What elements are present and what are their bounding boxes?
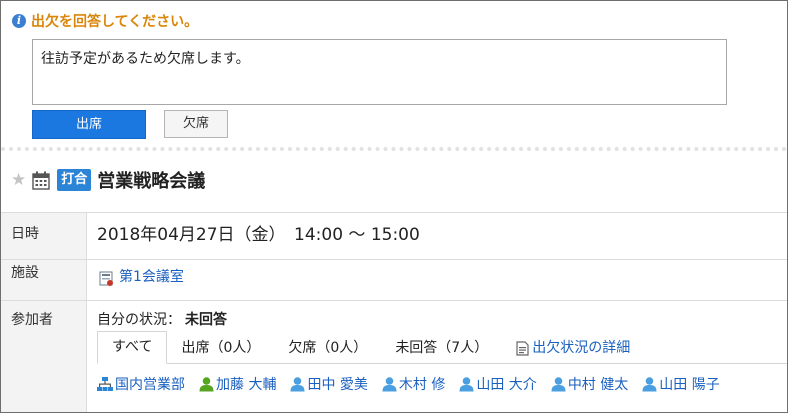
event-details-table: 日時 2018年04月27日（金） 14:00 ～ 15:00 施設 第1会議室… bbox=[1, 212, 787, 412]
attendee-user-name[interactable]: 中村 健太 bbox=[568, 374, 628, 394]
menu-badge: 打合 bbox=[57, 169, 92, 191]
tab-all[interactable]: すべて bbox=[97, 331, 168, 364]
facility-cell: 第1会議室 bbox=[87, 260, 787, 300]
calendar-icon bbox=[32, 171, 50, 190]
tab-unanswered[interactable]: 未回答（7人） bbox=[381, 333, 502, 363]
attendees-label: 参加者 bbox=[1, 301, 87, 412]
organization-icon bbox=[97, 377, 113, 391]
attendee-user-name[interactable]: 山田 陽子 bbox=[659, 374, 719, 394]
date-value: 2018年04月27日（金） 14:00 ～ 15:00 bbox=[97, 225, 420, 245]
attendee-user-name[interactable]: 木村 修 bbox=[399, 374, 445, 394]
attendees-cell: 自分の状況： 未回答 すべて 出席（0人） 欠席（0人） 未回答（7人） 出欠状… bbox=[87, 301, 787, 412]
attendee-group-name[interactable]: 国内営業部 bbox=[115, 374, 185, 394]
date-label: 日時 bbox=[1, 213, 87, 259]
own-status-label: 自分の状況： bbox=[97, 312, 181, 328]
tab-absent[interactable]: 欠席（0人） bbox=[274, 333, 381, 363]
attendee-user[interactable]: 中村 健太 bbox=[551, 374, 628, 394]
section-divider bbox=[1, 147, 787, 151]
event-title-row: ★ 打合 営業戦略会議 bbox=[11, 167, 205, 193]
user-icon-self bbox=[199, 377, 214, 392]
user-icon bbox=[551, 377, 566, 392]
response-prompt: i 出欠を回答してください。 bbox=[12, 11, 198, 31]
user-icon bbox=[642, 377, 657, 392]
document-icon bbox=[516, 340, 529, 356]
facility-link[interactable]: 第1会議室 bbox=[119, 266, 184, 286]
attend-button[interactable]: 出席 bbox=[32, 110, 146, 139]
attendance-tabs: すべて 出席（0人） 欠席（0人） 未回答（7人） 出欠状況の詳細 bbox=[97, 331, 787, 364]
attendee-user[interactable]: 山田 大介 bbox=[459, 374, 537, 394]
tab-attending[interactable]: 出席（0人） bbox=[167, 333, 274, 363]
own-status: 自分の状況： 未回答 bbox=[97, 309, 787, 329]
attendee-user[interactable]: 加藤 大輔 bbox=[199, 374, 276, 394]
absent-button[interactable]: 欠席 bbox=[164, 110, 228, 138]
user-icon bbox=[459, 377, 474, 392]
response-prompt-text: 出欠を回答してください。 bbox=[31, 14, 199, 30]
schedule-detail-panel: i 出欠を回答してください。 往訪予定があるため欠席します。 出席 欠席 ★ 打… bbox=[0, 0, 788, 413]
attendee-user-name[interactable]: 加藤 大輔 bbox=[216, 374, 276, 394]
attendees-row: 参加者 自分の状況：未回答 すべて 出席（0人） 欠席（0人） 未回答（7人） bbox=[1, 301, 787, 412]
attendance-detail-link[interactable]: 出欠状況の詳細 bbox=[502, 333, 644, 363]
own-status-value: 未回答 bbox=[185, 312, 227, 328]
facility-row: 施設 第1会議室 bbox=[1, 260, 787, 301]
comment-input[interactable]: 往訪予定があるため欠席します。 bbox=[32, 39, 727, 105]
attendee-user[interactable]: 田中 愛美 bbox=[290, 374, 368, 394]
event-title: 営業戦略会議 bbox=[97, 171, 206, 192]
star-icon[interactable]: ★ bbox=[11, 170, 26, 190]
attendee-list: 国内営業部 加藤 大輔 田中 愛美 木村 修 山田 大介 中村 健太 山田 陽子 bbox=[97, 374, 734, 394]
facility-icon bbox=[99, 271, 113, 286]
attendee-user[interactable]: 木村 修 bbox=[382, 374, 445, 394]
user-icon bbox=[290, 377, 305, 392]
attendance-detail-label[interactable]: 出欠状況の詳細 bbox=[532, 333, 630, 363]
attendee-user[interactable]: 山田 陽子 bbox=[642, 374, 720, 394]
attendee-group[interactable]: 国内営業部 bbox=[97, 374, 185, 394]
user-icon bbox=[382, 377, 397, 392]
attendee-user-name[interactable]: 山田 大介 bbox=[476, 374, 536, 394]
info-icon: i bbox=[12, 14, 26, 28]
attendee-user-name[interactable]: 田中 愛美 bbox=[307, 374, 367, 394]
facility-label: 施設 bbox=[1, 260, 87, 300]
date-row: 日時 2018年04月27日（金） 14:00 ～ 15:00 bbox=[1, 213, 787, 260]
